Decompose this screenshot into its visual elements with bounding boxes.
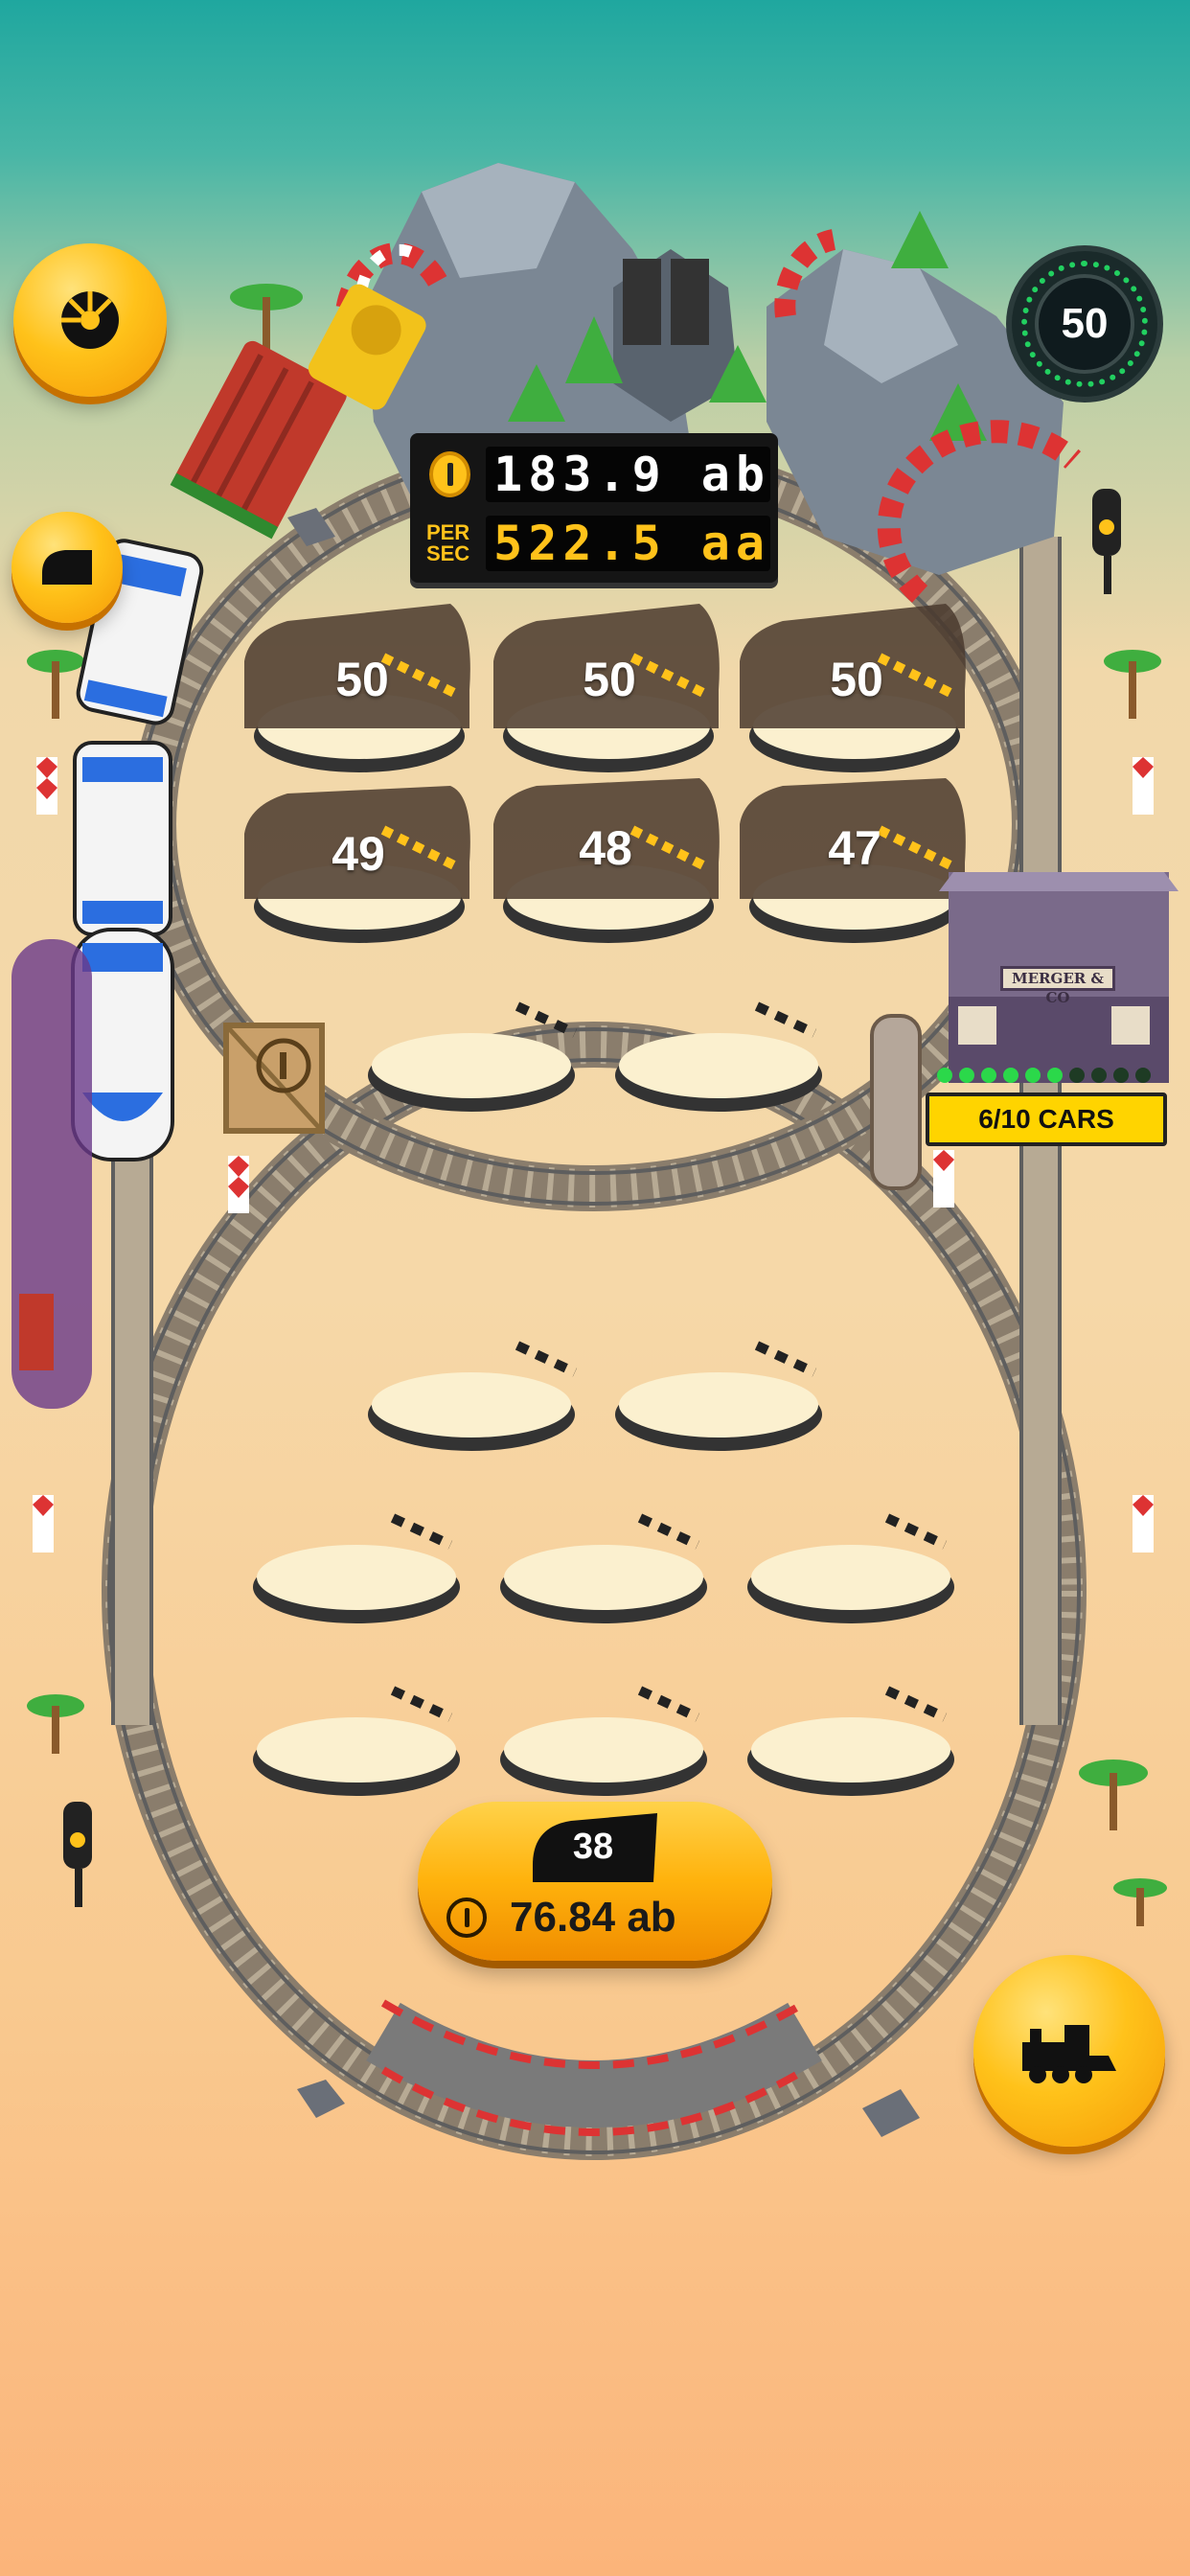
coin-crate[interactable]	[223, 1023, 325, 1134]
spin-wheel-button[interactable]	[13, 243, 167, 397]
capacity-light	[1025, 1068, 1041, 1083]
slot-level-label: 49	[332, 827, 385, 881]
capacity-light	[1069, 1068, 1085, 1083]
slot-level-label: 50	[583, 653, 636, 706]
per-sec-label: PER SEC	[425, 520, 470, 565]
coin-icon	[446, 1898, 487, 1938]
slot-level-label: 48	[579, 821, 632, 875]
capacity-light	[1113, 1068, 1129, 1083]
level-progress-ring	[1021, 261, 1148, 387]
currency-counter-panel: 183.9 ab PER SEC 522.5 aa	[410, 433, 778, 583]
buy-train-cost: 76.84 ab	[510, 1894, 676, 1941]
capacity-light	[981, 1068, 996, 1083]
capacity-light	[1047, 1068, 1063, 1083]
depot-name-sign: MERGER & CO	[1000, 966, 1115, 1006]
capacity-light	[1003, 1068, 1018, 1083]
capacity-light	[1091, 1068, 1107, 1083]
buy-train-button[interactable]: 38 76.84 ab	[418, 1802, 772, 1961]
locomotive-icon	[42, 550, 92, 585]
income-per-sec: 522.5 aa	[486, 516, 770, 571]
slot-level-label: 50	[335, 653, 389, 706]
capacity-light	[1135, 1068, 1151, 1083]
slot-level-label: 50	[830, 653, 883, 706]
game-scene	[11, 163, 1179, 2160]
steam-train-icon	[1022, 2025, 1116, 2083]
wheel-icon	[61, 291, 119, 349]
train-shop-button[interactable]	[973, 1955, 1165, 2147]
coin-icon	[429, 451, 471, 497]
level-badge[interactable]: 50	[1006, 245, 1163, 402]
capacity-light	[959, 1068, 974, 1083]
trains-menu-button[interactable]	[11, 512, 123, 623]
buy-train-level: 38	[572, 1827, 614, 1867]
slot-level-label: 47	[828, 821, 881, 875]
depot-cars-counter[interactable]: 6/10 CARS	[926, 1092, 1167, 1146]
capacity-light	[937, 1068, 952, 1083]
coins-total: 183.9 ab	[486, 447, 770, 502]
